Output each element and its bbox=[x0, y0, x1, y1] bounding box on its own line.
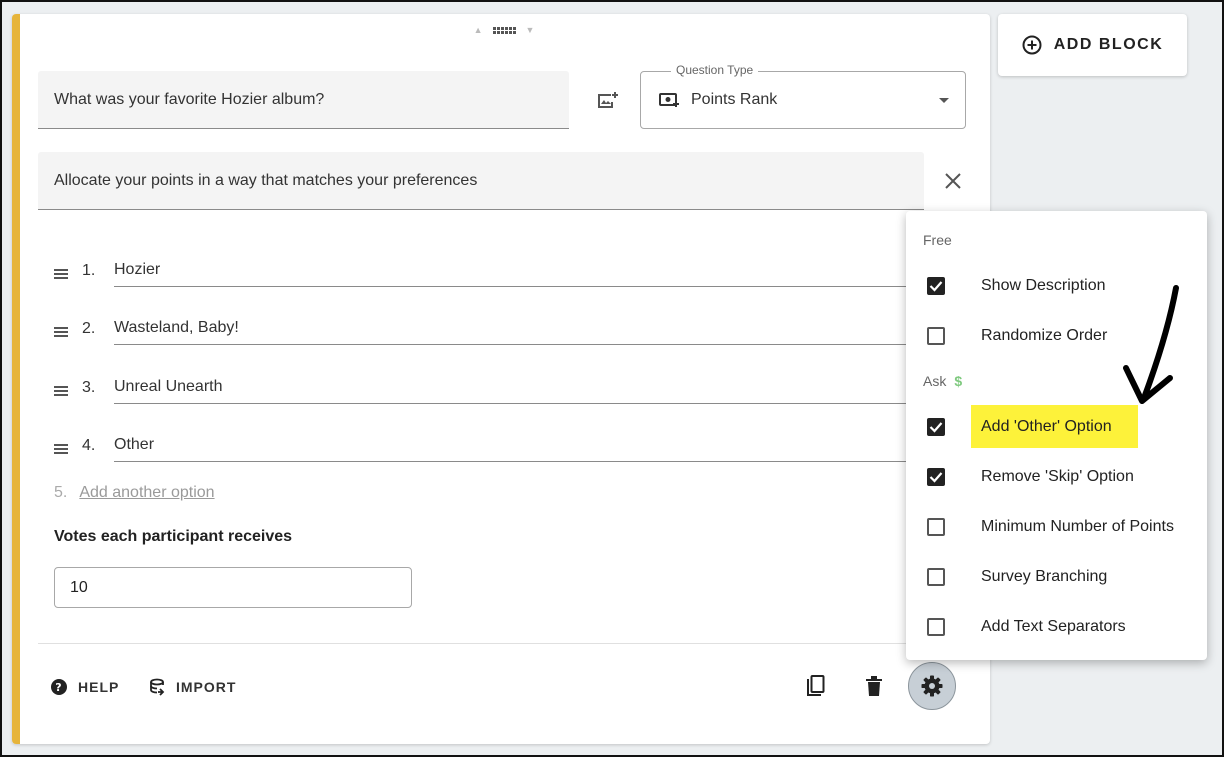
votes-input[interactable]: 10 bbox=[54, 567, 412, 608]
menu-item-label: Survey Branching bbox=[981, 568, 1108, 585]
votes-label: Votes each participant receives bbox=[54, 528, 293, 545]
votes-value: 10 bbox=[70, 578, 88, 596]
grip-icon[interactable] bbox=[492, 26, 516, 34]
settings-button[interactable] bbox=[908, 662, 956, 710]
drag-handle-icon[interactable] bbox=[54, 269, 68, 279]
option-input[interactable]: Hozier bbox=[114, 253, 914, 287]
menu-item-add-other-option[interactable]: Add 'Other' Option bbox=[906, 407, 1207, 447]
option-input[interactable]: Unreal Unearth bbox=[114, 370, 914, 404]
settings-menu: Free Show Description Randomize Order As… bbox=[906, 211, 1207, 660]
menu-item-survey-branching[interactable]: Survey Branching bbox=[906, 557, 1207, 597]
gear-icon bbox=[921, 675, 943, 697]
option-number: 2. bbox=[82, 320, 96, 337]
checkbox-unchecked-icon[interactable] bbox=[927, 518, 945, 536]
question-type-label: Question Type bbox=[671, 63, 759, 77]
svg-text:?: ? bbox=[55, 681, 62, 694]
menu-item-label: Minimum Number of Points bbox=[981, 518, 1174, 535]
footer-divider bbox=[38, 643, 978, 644]
checkbox-unchecked-icon[interactable] bbox=[927, 327, 945, 345]
option-input[interactable]: Wasteland, Baby! bbox=[114, 311, 914, 345]
menu-item-label: Add 'Other' Option bbox=[981, 418, 1112, 435]
option-row: 1. Hozier bbox=[54, 253, 914, 287]
checkbox-checked-icon[interactable] bbox=[927, 277, 945, 295]
menu-item-label: Show Description bbox=[981, 277, 1106, 294]
import-label: IMPORT bbox=[176, 679, 237, 695]
help-label: HELP bbox=[78, 679, 120, 695]
add-another-option-link[interactable]: Add another option bbox=[79, 484, 214, 502]
free-section-label: Free bbox=[923, 232, 952, 248]
chevron-down-icon bbox=[939, 97, 949, 103]
menu-item-label: Add Text Separators bbox=[981, 618, 1126, 635]
question-text: What was your favorite Hozier album? bbox=[54, 90, 325, 108]
move-up-icon[interactable]: ▲ bbox=[474, 25, 483, 35]
checkbox-checked-icon[interactable] bbox=[927, 418, 945, 436]
menu-item-add-text-separators[interactable]: Add Text Separators bbox=[906, 607, 1207, 647]
menu-item-remove-skip-option[interactable]: Remove 'Skip' Option bbox=[906, 457, 1207, 497]
add-block-label: ADD BLOCK bbox=[1053, 36, 1164, 53]
question-input[interactable]: What was your favorite Hozier album? bbox=[38, 71, 569, 129]
question-type-value: Points Rank bbox=[691, 91, 778, 108]
drag-handle-icon[interactable] bbox=[54, 327, 68, 337]
annotation-arrow-icon bbox=[1123, 285, 1179, 404]
checkbox-unchecked-icon[interactable] bbox=[927, 568, 945, 586]
checkbox-unchecked-icon[interactable] bbox=[927, 618, 945, 636]
question-type-select[interactable]: Question Type Points Rank bbox=[640, 63, 966, 129]
add-image-icon[interactable] bbox=[595, 89, 619, 113]
points-rank-icon bbox=[659, 93, 679, 107]
import-button[interactable]: IMPORT bbox=[148, 676, 236, 698]
option-input[interactable]: Other bbox=[114, 428, 914, 462]
menu-section-free: Free bbox=[923, 232, 952, 248]
import-icon bbox=[150, 678, 165, 696]
add-circle-icon bbox=[1022, 35, 1042, 55]
description-input[interactable]: Allocate your points in a way that match… bbox=[38, 152, 924, 210]
option-number: 1. bbox=[82, 262, 96, 279]
close-description-icon[interactable] bbox=[944, 172, 962, 190]
checkbox-checked-icon[interactable] bbox=[927, 468, 945, 486]
drag-handle-icon[interactable] bbox=[54, 386, 68, 396]
option-row: 4. Other bbox=[54, 428, 914, 462]
card-drag-handle[interactable]: ▲ ▼ bbox=[464, 22, 544, 38]
question-card: ▲ ▼ What was your favorite Hozier album?… bbox=[12, 14, 990, 744]
menu-item-label: Remove 'Skip' Option bbox=[981, 468, 1134, 485]
help-icon: ? bbox=[51, 679, 67, 695]
menu-item-minimum-points[interactable]: Minimum Number of Points bbox=[906, 507, 1207, 547]
option-number: 4. bbox=[82, 437, 96, 454]
menu-section-ask: Ask $ bbox=[923, 373, 962, 389]
option-row: 2. Wasteland, Baby! bbox=[54, 311, 914, 345]
card-accent-bar bbox=[12, 14, 20, 744]
add-option-number: 5. bbox=[54, 484, 68, 501]
ask-section-label: Ask bbox=[923, 373, 947, 389]
option-number: 3. bbox=[82, 379, 96, 396]
help-button[interactable]: ? HELP bbox=[50, 676, 119, 698]
option-row: 3. Unreal Unearth bbox=[54, 370, 914, 404]
add-option-row: 5. Add another option bbox=[54, 484, 215, 502]
menu-item-label: Randomize Order bbox=[981, 327, 1108, 344]
add-block-button[interactable]: ADD BLOCK bbox=[998, 14, 1187, 76]
drag-handle-icon[interactable] bbox=[54, 444, 68, 454]
description-text: Allocate your points in a way that match… bbox=[54, 171, 478, 189]
delete-icon[interactable] bbox=[864, 675, 884, 702]
dollar-icon: $ bbox=[954, 373, 963, 389]
move-down-icon[interactable]: ▼ bbox=[526, 25, 535, 35]
copy-icon[interactable] bbox=[804, 675, 826, 704]
